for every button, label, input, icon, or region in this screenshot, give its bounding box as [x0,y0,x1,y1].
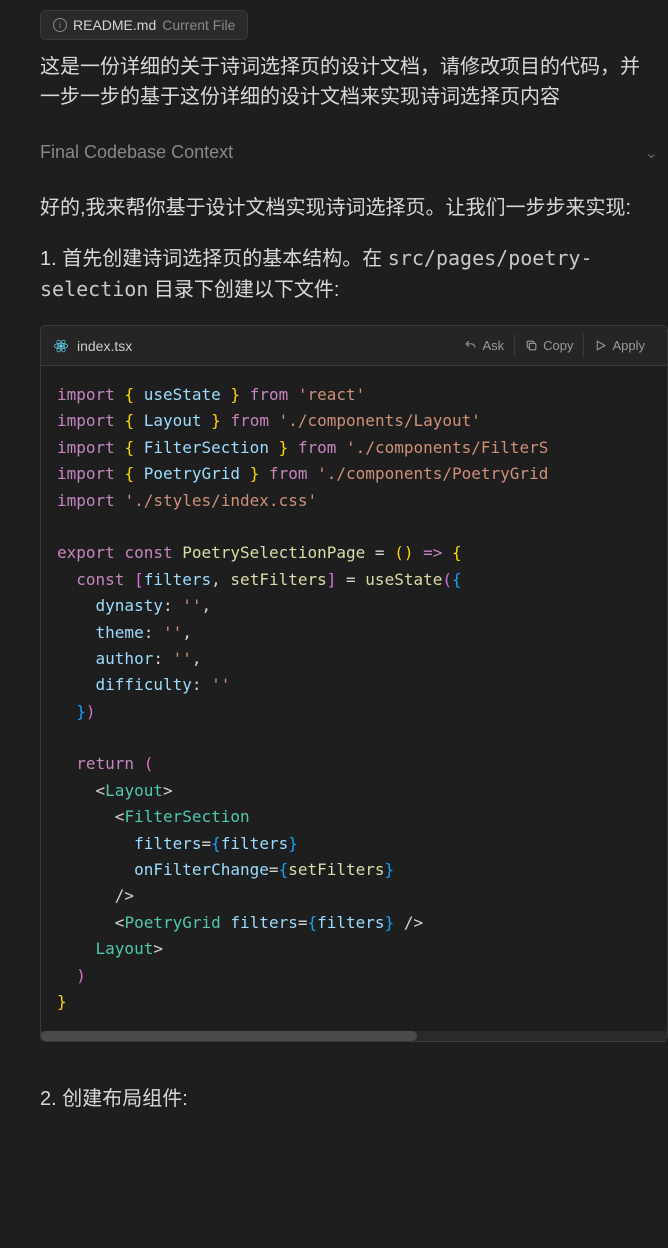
file-chip-badge: Current File [162,17,235,33]
code-filename: index.tsx [77,338,132,354]
context-header-label: Final Codebase Context [40,142,233,163]
file-chip-name: README.md [73,17,156,33]
info-icon: i [53,18,67,32]
apply-label: Apply [612,338,645,353]
code-header-left: index.tsx [53,338,454,354]
ask-label: Ask [482,338,504,353]
copy-label: Copy [543,338,573,353]
step1-prefix: 1. 首先创建诗词选择页的基本结构。在 [40,248,388,270]
horizontal-scrollbar[interactable] [41,1031,667,1041]
file-chip[interactable]: i README.md Current File [40,10,248,40]
react-icon [53,338,69,354]
apply-button[interactable]: Apply [583,334,655,357]
context-header[interactable]: Final Codebase Context ⌄ [40,142,668,163]
chevron-down-icon: ⌄ [645,143,658,163]
reply-icon [464,339,477,352]
copy-button[interactable]: Copy [514,334,583,357]
code-block: index.tsx Ask Copy Apply import { useSta… [40,325,668,1042]
ask-button[interactable]: Ask [454,334,514,357]
play-icon [594,339,607,352]
user-message: 这是一份详细的关于诗词选择页的设计文档，请修改项目的代码，并一步一步的基于这份详… [40,52,668,112]
assistant-intro: 好的,我来帮你基于设计文档实现诗词选择页。让我们一步步来实现: [40,193,668,223]
code-block-header: index.tsx Ask Copy Apply [41,326,667,366]
assistant-step-2: 2. 创建布局组件: [40,1082,668,1111]
copy-icon [525,339,538,352]
assistant-step-1: 1. 首先创建诗词选择页的基本结构。在 src/pages/poetry-sel… [40,243,668,305]
code-content[interactable]: import { useState } from 'react' import … [41,366,667,1031]
scrollbar-thumb[interactable] [41,1031,417,1041]
code-actions: Ask Copy Apply [454,334,655,357]
step1-suffix: 目录下创建以下文件: [148,279,339,301]
